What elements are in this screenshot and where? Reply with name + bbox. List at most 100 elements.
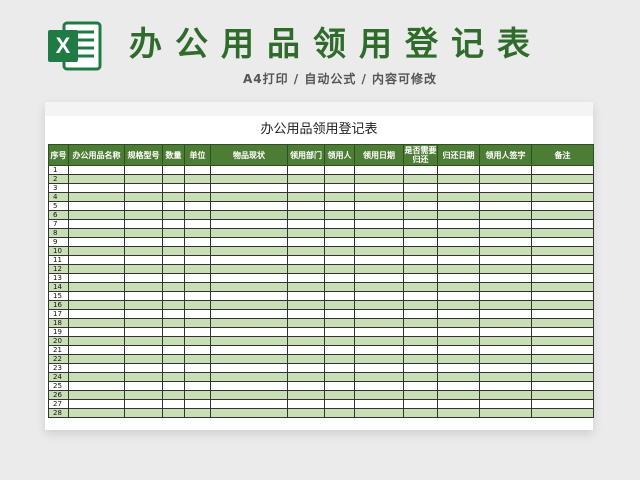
table-cell[interactable]: [437, 399, 480, 409]
table-cell[interactable]: [124, 246, 163, 256]
table-cell[interactable]: [68, 282, 125, 292]
table-cell[interactable]: [184, 174, 211, 184]
table-cell[interactable]: [403, 336, 438, 346]
table-cell[interactable]: [354, 345, 404, 355]
table-cell[interactable]: [124, 183, 163, 193]
table-cell[interactable]: [354, 165, 404, 175]
table-cell[interactable]: [210, 264, 288, 274]
table-cell[interactable]: [437, 282, 480, 292]
table-cell[interactable]: [162, 273, 185, 283]
table-cell[interactable]: [531, 336, 594, 346]
table-cell[interactable]: [162, 381, 185, 391]
table-cell[interactable]: [184, 291, 211, 301]
table-cell[interactable]: [324, 399, 355, 409]
table-cell[interactable]: [324, 318, 355, 328]
table-cell[interactable]: [184, 354, 211, 364]
table-cell[interactable]: [210, 381, 288, 391]
table-cell[interactable]: [184, 327, 211, 337]
table-cell[interactable]: [162, 408, 185, 418]
table-cell[interactable]: [354, 354, 404, 364]
table-cell[interactable]: [437, 354, 480, 364]
table-cell[interactable]: [287, 399, 325, 409]
table-cell[interactable]: [287, 390, 325, 400]
table-cell[interactable]: [124, 273, 163, 283]
table-cell[interactable]: [162, 354, 185, 364]
table-cell[interactable]: [403, 183, 438, 193]
table-cell[interactable]: [210, 318, 288, 328]
table-cell[interactable]: [287, 174, 325, 184]
table-cell[interactable]: [403, 408, 438, 418]
table-cell[interactable]: [124, 336, 163, 346]
table-cell[interactable]: [124, 291, 163, 301]
table-cell[interactable]: [403, 327, 438, 337]
table-cell[interactable]: [324, 381, 355, 391]
table-cell[interactable]: [531, 399, 594, 409]
table-cell[interactable]: [210, 300, 288, 310]
table-cell[interactable]: [324, 210, 355, 220]
table-cell[interactable]: [210, 183, 288, 193]
table-cell[interactable]: [403, 291, 438, 301]
table-cell[interactable]: [124, 210, 163, 220]
table-cell[interactable]: [354, 363, 404, 373]
table-cell[interactable]: [68, 255, 125, 265]
table-cell[interactable]: [210, 399, 288, 409]
table-cell[interactable]: [324, 354, 355, 364]
table-cell[interactable]: [437, 201, 480, 211]
table-cell[interactable]: [162, 183, 185, 193]
table-cell[interactable]: [184, 381, 211, 391]
table-cell[interactable]: [124, 318, 163, 328]
table-cell[interactable]: [354, 273, 404, 283]
table-cell[interactable]: [184, 309, 211, 319]
table-cell[interactable]: [184, 219, 211, 229]
table-cell[interactable]: [124, 174, 163, 184]
table-cell[interactable]: [531, 228, 594, 238]
table-cell[interactable]: [531, 165, 594, 175]
table-cell[interactable]: [287, 237, 325, 247]
table-cell[interactable]: [68, 318, 125, 328]
table-cell[interactable]: [437, 381, 480, 391]
table-cell[interactable]: [124, 255, 163, 265]
table-cell[interactable]: [124, 219, 163, 229]
table-cell[interactable]: [437, 363, 480, 373]
table-cell[interactable]: [324, 237, 355, 247]
table-cell[interactable]: [479, 399, 532, 409]
table-cell[interactable]: [479, 318, 532, 328]
table-cell[interactable]: [403, 246, 438, 256]
table-cell[interactable]: [124, 309, 163, 319]
table-cell[interactable]: [354, 219, 404, 229]
table-cell[interactable]: [184, 255, 211, 265]
table-cell[interactable]: [287, 336, 325, 346]
table-cell[interactable]: [210, 327, 288, 337]
table-cell[interactable]: [479, 309, 532, 319]
table-cell[interactable]: [479, 237, 532, 247]
table-cell[interactable]: [531, 237, 594, 247]
table-cell[interactable]: [437, 255, 480, 265]
table-cell[interactable]: [124, 381, 163, 391]
table-cell[interactable]: [479, 219, 532, 229]
table-cell[interactable]: [324, 327, 355, 337]
table-cell[interactable]: [68, 327, 125, 337]
table-cell[interactable]: [437, 228, 480, 238]
table-cell[interactable]: [531, 318, 594, 328]
table-cell[interactable]: [531, 192, 594, 202]
table-cell[interactable]: [287, 228, 325, 238]
table-cell[interactable]: [479, 228, 532, 238]
table-cell[interactable]: [124, 192, 163, 202]
table-cell[interactable]: [210, 219, 288, 229]
table-cell[interactable]: [324, 300, 355, 310]
table-cell[interactable]: [324, 363, 355, 373]
table-cell[interactable]: [162, 264, 185, 274]
table-cell[interactable]: [531, 246, 594, 256]
table-cell[interactable]: [479, 291, 532, 301]
table-cell[interactable]: [210, 255, 288, 265]
table-cell[interactable]: [124, 228, 163, 238]
table-cell[interactable]: [324, 390, 355, 400]
table-cell[interactable]: [287, 318, 325, 328]
table-cell[interactable]: [354, 246, 404, 256]
table-cell[interactable]: [354, 282, 404, 292]
table-cell[interactable]: [403, 282, 438, 292]
table-cell[interactable]: [324, 255, 355, 265]
table-cell[interactable]: [287, 165, 325, 175]
table-cell[interactable]: [287, 201, 325, 211]
table-cell[interactable]: [479, 273, 532, 283]
